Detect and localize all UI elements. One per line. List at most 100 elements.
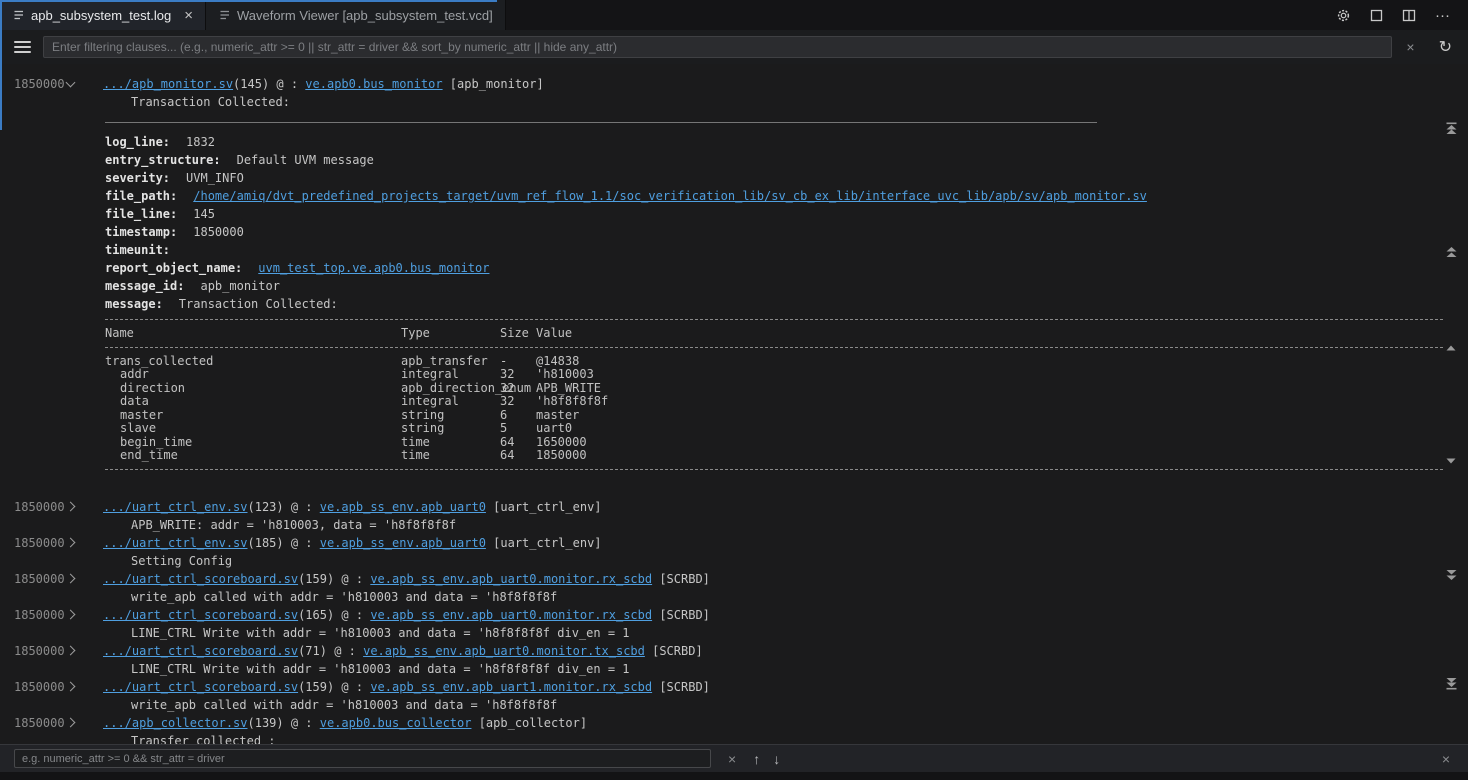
entry-tag: [SCRBD] (645, 644, 703, 658)
expand-chevron-icon[interactable] (66, 681, 76, 691)
close-find-bar-icon[interactable]: × (1438, 751, 1454, 767)
restore-square-icon[interactable] (1370, 9, 1383, 22)
entry-tag: [apb_monitor] (443, 77, 544, 91)
entry-message: Setting Config (103, 552, 1468, 570)
report-object-link[interactable]: ve.apb_ss_env.apb_uart0.monitor.rx_scbd (370, 608, 652, 622)
log-viewer-window: apb_subsystem_test.log × Waveform Viewer… (0, 0, 1468, 780)
detail-field-value: Default UVM message (237, 153, 374, 167)
source-file-link[interactable]: .../uart_ctrl_env.sv (103, 536, 248, 550)
source-file-link[interactable]: .../apb_collector.sv (103, 716, 248, 730)
expand-chevron-icon[interactable] (66, 717, 76, 727)
detail-field: log_line:1832 (105, 133, 1468, 151)
expand-chevron-icon[interactable] (66, 573, 76, 583)
detail-field-label: message: (105, 297, 163, 311)
tab-log-file[interactable]: apb_subsystem_test.log × (0, 0, 206, 30)
entry-message: write_apb called with addr = 'h810003 an… (103, 696, 1468, 714)
log-file-icon (12, 9, 24, 21)
tab-waveform-viewer[interactable]: Waveform Viewer [apb_subsystem_test.vcd] (206, 0, 506, 30)
detail-field-value: UVM_INFO (186, 171, 244, 185)
log-entry: 1850000 .../uart_ctrl_scoreboard.sv(159)… (0, 570, 1468, 606)
editor-actions: ··· (1318, 0, 1468, 30)
tab-label: apb_subsystem_test.log (31, 8, 171, 23)
source-file-link[interactable]: .../uart_ctrl_scoreboard.sv (103, 680, 298, 694)
find-input[interactable] (14, 749, 711, 768)
settings-gear-icon[interactable] (1336, 8, 1351, 23)
source-file-link[interactable]: .../uart_ctrl_env.sv (103, 500, 248, 514)
previous-marker-icon[interactable] (1445, 341, 1457, 355)
entry-timestamp: 1850000 (14, 642, 67, 660)
entry-timestamp: 1850000 (14, 606, 67, 624)
entry-message: Transaction Collected: (103, 93, 1468, 111)
filter-input[interactable] (43, 36, 1392, 58)
dashed-separator (105, 469, 1443, 470)
page-down-icon[interactable] (1445, 569, 1458, 584)
more-actions-icon[interactable]: ··· (1435, 7, 1450, 24)
find-next-icon[interactable]: ↓ (773, 751, 780, 767)
detail-field: timestamp:1850000 (105, 223, 1468, 241)
expand-chevron-icon[interactable] (66, 501, 76, 511)
entry-gutter: 1850000 (0, 498, 103, 534)
report-object-link[interactable]: ve.apb_ss_env.apb_uart1.monitor.rx_scbd (370, 680, 652, 694)
report-object-link[interactable]: ve.apb_ss_env.apb_uart0.monitor.rx_scbd (370, 572, 652, 586)
detail-field-link[interactable]: uvm_test_top.ve.apb0.bus_monitor (258, 261, 489, 275)
scroll-to-bottom-icon[interactable] (1445, 677, 1458, 693)
entry-header: .../uart_ctrl_env.sv(123) @ : ve.apb_ss_… (103, 498, 1468, 516)
expand-chevron-icon[interactable] (66, 537, 76, 547)
bottom-edge (0, 772, 1468, 780)
entry-tag: [SCRBD] (652, 680, 710, 694)
refresh-icon[interactable]: ↻ (1429, 37, 1456, 57)
entry-gutter: 1850000 (0, 642, 103, 678)
log-view[interactable]: 1850000 .../apb_monitor.sv(145) @ : ve.a… (0, 64, 1468, 745)
focus-accent-left (0, 0, 2, 130)
entry-tag: [SCRBD] (652, 608, 710, 622)
entry-timestamp: 1850000 (14, 714, 67, 732)
clear-find-icon[interactable]: × (724, 751, 740, 767)
detail-field-link[interactable]: /home/amiq/dvt_predefined_projects_targe… (193, 189, 1147, 203)
source-file-link[interactable]: .../apb_monitor.sv (103, 77, 233, 91)
log-entry: 1850000 .../apb_collector.sv(139) @ : ve… (0, 714, 1468, 746)
close-tab-icon[interactable]: × (184, 8, 193, 23)
entry-message: LINE_CTRL Write with addr = 'h810003 and… (103, 624, 1468, 642)
tab-label: Waveform Viewer [apb_subsystem_test.vcd] (237, 8, 493, 23)
detail-field: report_object_name:uvm_test_top.ve.apb0.… (105, 259, 1468, 277)
report-object-link[interactable]: ve.apb_ss_env.apb_uart0 (320, 536, 486, 550)
table-row: trans_collected apb_transfer - @14838 (105, 355, 1468, 369)
expand-chevron-icon[interactable] (66, 645, 76, 655)
detail-field-value: apb_monitor (200, 279, 279, 293)
line-number: (145) (233, 77, 269, 91)
menu-hamburger-icon[interactable] (12, 39, 33, 55)
transaction-table-rows: trans_collected apb_transfer - @14838 ad… (105, 355, 1468, 463)
line-number: (165) @ : (298, 608, 370, 622)
detail-field-value: 1850000 (193, 225, 244, 239)
entry-timestamp: 1850000 (14, 678, 67, 696)
detail-field-label: file_line: (105, 207, 177, 221)
table-row: addr integral 32 'h810003 (105, 368, 1468, 382)
source-file-link[interactable]: .../uart_ctrl_scoreboard.sv (103, 572, 298, 586)
find-previous-icon[interactable]: ↑ (753, 751, 760, 767)
report-object-link[interactable]: ve.apb_ss_env.apb_uart0.monitor.tx_scbd (363, 644, 645, 658)
detail-field-label: file_path: (105, 189, 177, 203)
entry-header: .../uart_ctrl_scoreboard.sv(71) @ : ve.a… (103, 642, 1468, 660)
detail-field: file_line:145 (105, 205, 1468, 223)
entry-timestamp: 1850000 (14, 534, 67, 552)
clear-filter-icon[interactable]: × (1402, 39, 1418, 55)
split-editor-icon[interactable] (1402, 9, 1416, 22)
report-object-link[interactable]: ve.apb0.bus_monitor (305, 77, 442, 91)
source-file-link[interactable]: .../uart_ctrl_scoreboard.sv (103, 608, 298, 622)
report-object-link[interactable]: ve.apb0.bus_collector (320, 716, 472, 730)
line-number: (185) @ : (248, 536, 320, 550)
page-up-icon[interactable] (1445, 246, 1458, 261)
entry-header: .../apb_monitor.sv(145) @ : ve.apb0.bus_… (103, 75, 1468, 93)
entry-message: LINE_CTRL Write with addr = 'h810003 and… (103, 660, 1468, 678)
entry-gutter: 1850000 (0, 714, 103, 746)
report-object-link[interactable]: ve.apb_ss_env.apb_uart0 (320, 500, 486, 514)
entry-tag: [apb_collector] (471, 716, 587, 730)
next-marker-icon[interactable] (1445, 454, 1457, 468)
entry-gutter: 1850000 (0, 534, 103, 570)
line-number: (159) @ : (298, 680, 370, 694)
detail-field-label: entry_structure: (105, 153, 221, 167)
scroll-to-top-icon[interactable] (1445, 122, 1458, 138)
collapse-chevron-icon[interactable] (66, 78, 76, 88)
source-file-link[interactable]: .../uart_ctrl_scoreboard.sv (103, 644, 298, 658)
expand-chevron-icon[interactable] (66, 609, 76, 619)
